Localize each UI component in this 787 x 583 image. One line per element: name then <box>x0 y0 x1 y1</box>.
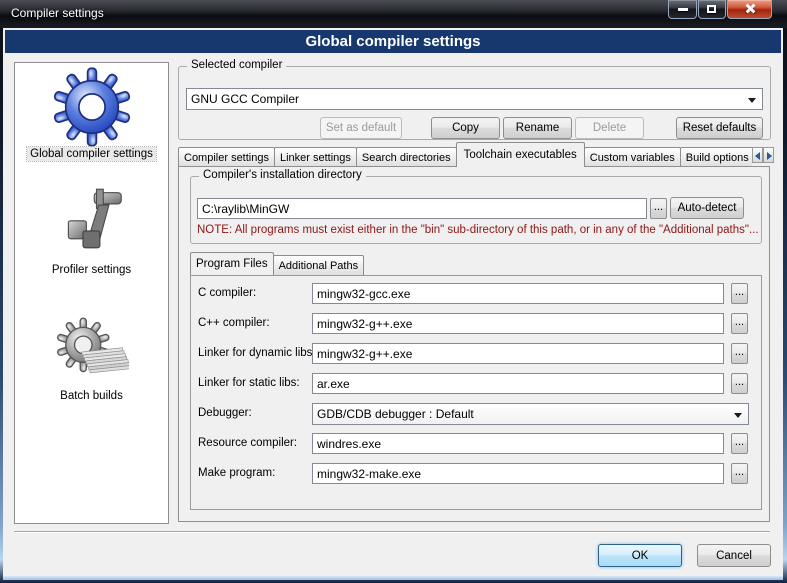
tab-scroll-left-icon <box>755 152 760 160</box>
install-dir-legend: Compiler's installation directory <box>199 169 366 181</box>
reset-defaults-button[interactable]: Reset defaults <box>676 117 763 139</box>
titlebar: Compiler settings <box>0 0 787 28</box>
footer-separator <box>14 531 770 532</box>
dynamic-linker-browse-button[interactable]: ... <box>731 343 748 364</box>
tab-scroll-right-icon <box>767 152 772 160</box>
cpp-compiler-input[interactable] <box>312 313 724 334</box>
selected-compiler-legend: Selected compiler <box>187 59 286 71</box>
resource-compiler-label: Resource compiler: <box>198 433 297 454</box>
tab-scroll-buttons <box>752 147 774 163</box>
copy-button[interactable]: Copy <box>431 117 500 139</box>
compiler-select-value: GNU GCC Compiler <box>191 92 299 106</box>
debugger-select-value: GDB/CDB debugger : Default <box>317 407 474 421</box>
cpp-compiler-browse-button[interactable]: ... <box>731 313 748 334</box>
chevron-down-icon <box>734 413 742 418</box>
debugger-select[interactable]: GDB/CDB debugger : Default <box>312 403 749 425</box>
make-program-label: Make program: <box>198 463 275 484</box>
debugger-label: Debugger: <box>198 403 252 424</box>
c-compiler-label: C compiler: <box>198 283 256 304</box>
page-title: Global compiler settings <box>5 30 781 53</box>
compiler-settings-window: Compiler settings Global compiler settin… <box>0 0 787 583</box>
tab-build-options[interactable]: Build options <box>680 147 752 167</box>
sidebar-item-global-compiler-settings[interactable]: Global compiler settings <box>27 147 156 161</box>
set-as-default-button: Set as default <box>320 117 402 139</box>
subtab-program-files[interactable]: Program Files <box>190 252 274 275</box>
install-dir-note: NOTE: All programs must exist either in … <box>197 224 759 236</box>
window-bottom-border <box>3 576 783 580</box>
ok-button[interactable]: OK <box>598 544 682 567</box>
make-program-browse-button[interactable]: ... <box>731 463 748 484</box>
make-program-input[interactable] <box>312 463 724 484</box>
static-linker-label: Linker for static libs: <box>198 373 300 394</box>
tab-search-directories[interactable]: Search directories <box>356 147 457 167</box>
static-linker-input[interactable] <box>312 373 724 394</box>
autodetect-button[interactable]: Auto-detect <box>670 197 744 219</box>
batch-builds-icon[interactable] <box>55 317 129 383</box>
settings-tabs: Compiler settings Linker settings Search… <box>178 142 752 167</box>
install-dir-browse-button[interactable]: ... <box>650 198 667 219</box>
tab-scroll-left-button[interactable] <box>752 147 763 163</box>
close-icon <box>744 3 755 14</box>
tab-linker-settings[interactable]: Linker settings <box>274 147 357 167</box>
resource-compiler-input[interactable] <box>312 433 724 454</box>
global-compiler-settings-icon[interactable] <box>52 67 132 147</box>
tab-scroll-right-button[interactable] <box>763 147 774 163</box>
tab-toolchain-executables[interactable]: Toolchain executables <box>456 142 585 167</box>
maximize-icon <box>707 5 716 13</box>
maximize-button[interactable] <box>698 0 726 19</box>
c-compiler-browse-button[interactable]: ... <box>731 283 748 304</box>
rename-button[interactable]: Rename <box>503 117 572 139</box>
minimize-icon <box>678 8 688 11</box>
static-linker-browse-button[interactable]: ... <box>731 373 748 394</box>
cancel-button[interactable]: Cancel <box>697 544 771 567</box>
tab-compiler-settings[interactable]: Compiler settings <box>178 147 275 167</box>
subtab-additional-paths[interactable]: Additional Paths <box>273 255 365 275</box>
minimize-button[interactable] <box>668 0 697 19</box>
close-button[interactable] <box>727 0 772 19</box>
sidebar-item-batch-builds[interactable]: Batch builds <box>57 389 126 403</box>
program-files-tabs: Program Files Additional Paths <box>190 252 363 275</box>
install-dir-input[interactable] <box>197 198 647 219</box>
dynamic-linker-input[interactable] <box>312 343 724 364</box>
tab-custom-variables[interactable]: Custom variables <box>584 147 681 167</box>
settings-category-list: Global compiler settings Profiler settin… <box>14 62 169 524</box>
c-compiler-input[interactable] <box>312 283 724 304</box>
resource-compiler-browse-button[interactable]: ... <box>731 433 748 454</box>
dynamic-linker-label: Linker for dynamic libs: <box>198 343 316 364</box>
cpp-compiler-label: C++ compiler: <box>198 313 270 334</box>
profiler-settings-icon[interactable] <box>56 187 128 259</box>
delete-button: Delete <box>575 117 644 139</box>
window-title: Compiler settings <box>11 6 104 20</box>
caption-buttons <box>668 0 772 19</box>
chevron-down-icon <box>748 98 756 103</box>
sidebar-item-profiler-settings[interactable]: Profiler settings <box>49 263 134 277</box>
compiler-select[interactable]: GNU GCC Compiler <box>186 88 763 110</box>
